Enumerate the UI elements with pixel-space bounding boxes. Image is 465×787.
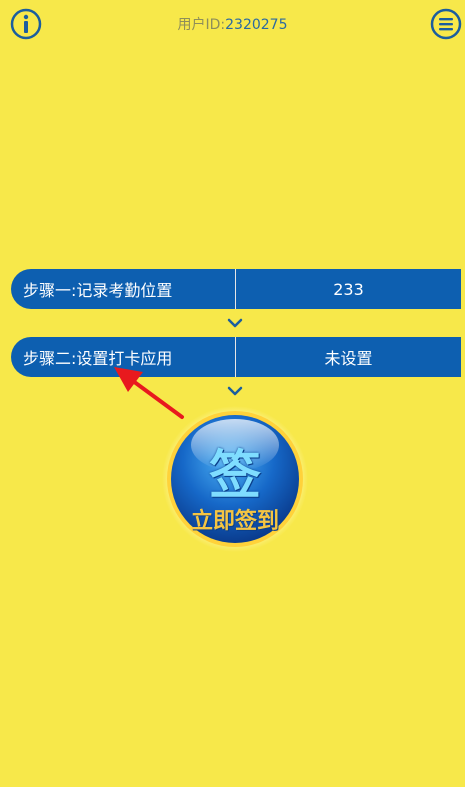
- user-id-value: 2320275: [225, 17, 288, 33]
- step-one-label: 步骤一:记录考勤位置: [23, 281, 173, 300]
- chevron-down-icon: [227, 318, 243, 328]
- user-id-display: 用户ID:2320275: [0, 14, 465, 34]
- step-one-value: 233: [333, 279, 364, 299]
- step-two-row[interactable]: 步骤二:设置打卡应用 未设置: [11, 337, 461, 377]
- step-one-row[interactable]: 步骤一:记录考勤位置 233: [11, 269, 461, 309]
- sign-in-button[interactable]: 签 立即签到: [161, 405, 309, 553]
- chevron-down-icon: [227, 386, 243, 396]
- menu-icon[interactable]: [430, 8, 462, 40]
- step-two-value: 未设置: [324, 349, 373, 368]
- user-id-label: 用户ID:: [177, 17, 226, 33]
- sign-char: 签: [208, 446, 261, 506]
- sign-button-label: 立即签到: [190, 509, 279, 534]
- step-two-label: 步骤二:设置打卡应用: [23, 349, 173, 368]
